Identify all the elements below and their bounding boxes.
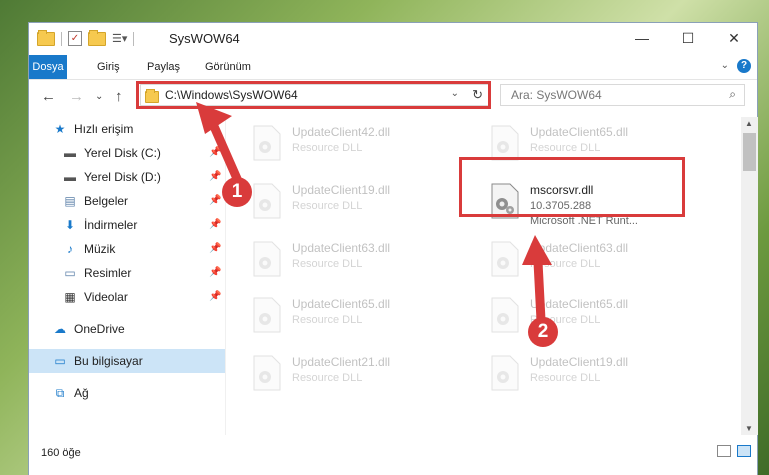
arrow-2-shaft (533, 257, 546, 325)
callout-badge-2: 2 (528, 317, 558, 347)
annotation-arrows (196, 102, 552, 325)
arrow-2-head (522, 235, 552, 265)
callout-badge-1: 1 (222, 177, 252, 207)
